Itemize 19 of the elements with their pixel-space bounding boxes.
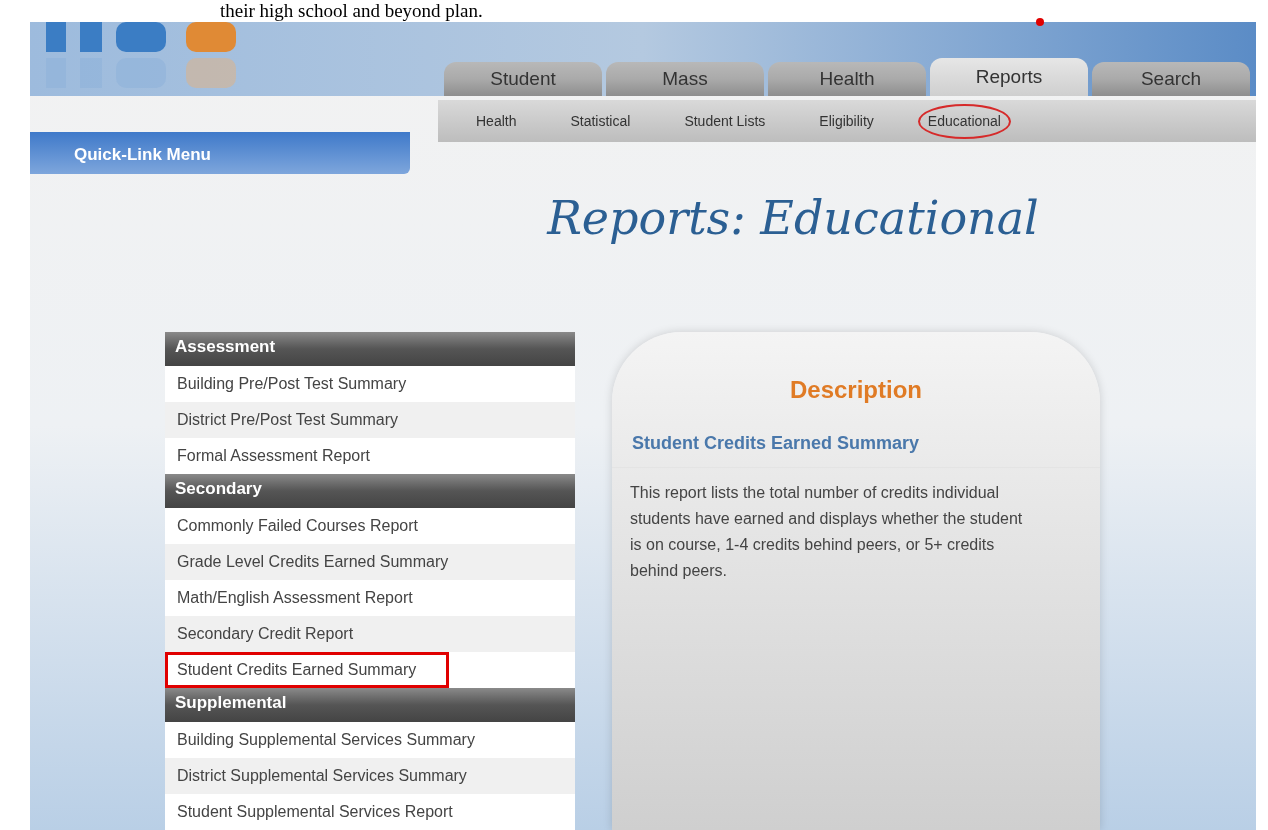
- subnav-link[interactable]: Eligibility: [809, 103, 884, 139]
- nav-tab[interactable]: Student: [444, 62, 602, 96]
- subnav-link[interactable]: Statistical: [560, 103, 641, 139]
- subnav-link[interactable]: Student Lists: [674, 103, 776, 139]
- nav-tab[interactable]: Search: [1092, 62, 1250, 96]
- document-text: their high school and beyond plan.: [220, 0, 483, 22]
- description-heading: Description: [789, 375, 923, 405]
- nav-tab[interactable]: Health: [768, 62, 926, 96]
- subnav-link[interactable]: Health: [466, 103, 527, 139]
- report-link[interactable]: Student Credits Earned Summary: [165, 652, 450, 688]
- description-text: This report lists the total number of credits individual students have earned and displays whether the student is on course, 1-4 credits behind peers, or 5+ credits behind peers.: [629, 483, 1024, 581]
- group-header: Assessment: [165, 332, 575, 366]
- subnav-link[interactable]: Educational: [917, 103, 1011, 139]
- group-header: Supplemental: [165, 688, 575, 722]
- nav-tab[interactable]: Reports: [930, 58, 1088, 96]
- report-name: Student Credits Earned Summary: [612, 430, 1100, 468]
- group-header: Secondary: [165, 474, 575, 508]
- page-title: Reports: Educational: [547, 190, 1039, 248]
- nav-tab[interactable]: Mass: [606, 62, 764, 96]
